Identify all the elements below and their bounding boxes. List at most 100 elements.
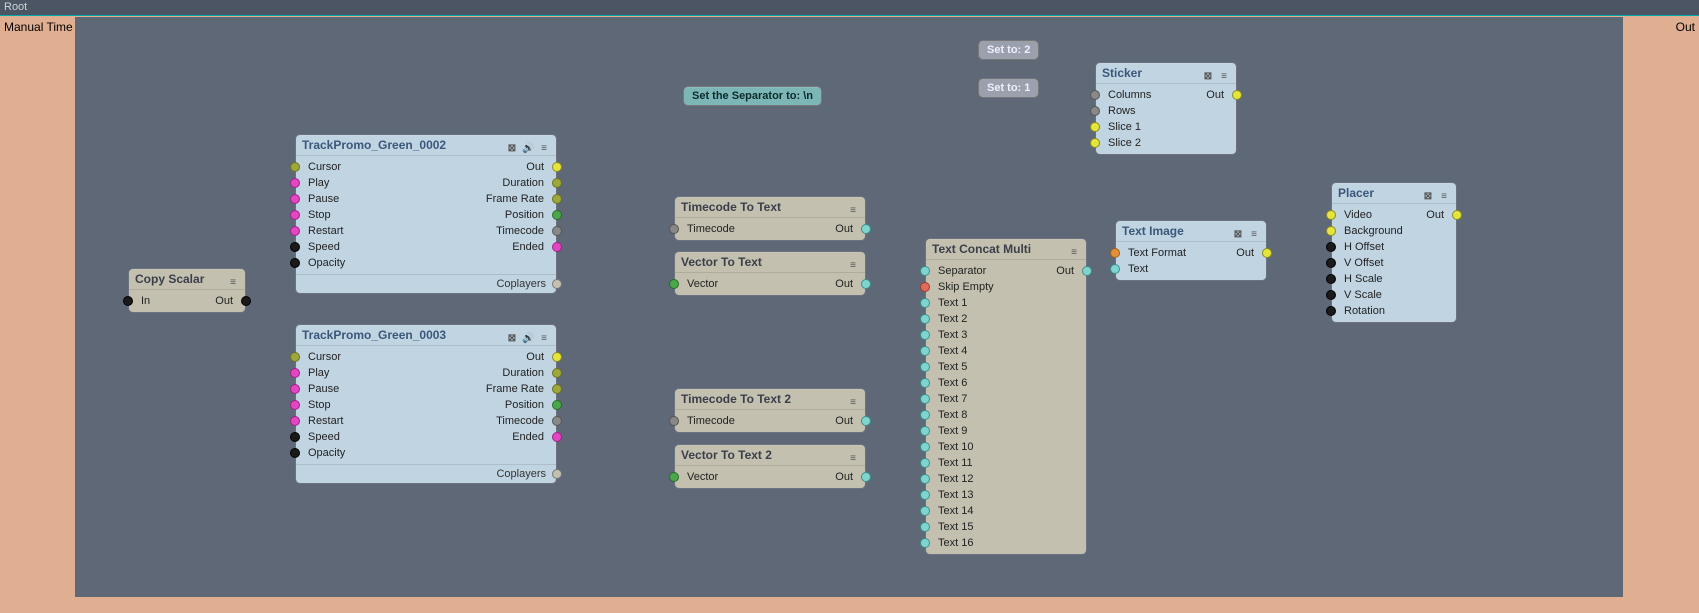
node-sticker[interactable]: Sticker ⊠≡ ColumnsOutRowsSlice 1Slice 2 (1095, 62, 1237, 155)
port-speed[interactable] (290, 242, 300, 252)
menu-icon[interactable]: ≡ (227, 273, 239, 285)
port-text[interactable] (1110, 264, 1120, 274)
menu-icon[interactable]: ≡ (538, 139, 550, 151)
node-text-concat-multi[interactable]: Text Concat Multi≡ SeparatorOutSkip Empt… (925, 238, 1087, 555)
menu-icon[interactable]: ≡ (1438, 187, 1450, 199)
port-in[interactable] (123, 296, 133, 306)
port-play[interactable] (290, 178, 300, 188)
port-in[interactable] (669, 472, 679, 482)
anno-rows[interactable]: Set to: 1 (978, 78, 1039, 98)
port-restart[interactable] (290, 416, 300, 426)
port-opacity[interactable] (290, 258, 300, 268)
port-frame-rate[interactable] (552, 384, 562, 394)
port-in[interactable] (669, 279, 679, 289)
port-pause[interactable] (290, 194, 300, 204)
port-columns[interactable] (1090, 90, 1100, 100)
port-skip-empty[interactable] (920, 282, 930, 292)
node-vector-to-text[interactable]: Vector To Text≡ Vector Out (674, 251, 866, 296)
port-slice-2[interactable] (1090, 138, 1100, 148)
port-duration[interactable] (552, 368, 562, 378)
port-h-offset[interactable] (1326, 242, 1336, 252)
node-timecode-to-text[interactable]: Timecode To Text≡ Timecode Out (674, 196, 866, 241)
anno-separator[interactable]: Set the Separator to: \n (683, 86, 822, 106)
port-text-format[interactable] (1110, 248, 1120, 258)
port-text-8[interactable] (920, 410, 930, 420)
port-in[interactable] (669, 224, 679, 234)
port-h-scale[interactable] (1326, 274, 1336, 284)
port-text-13[interactable] (920, 490, 930, 500)
port-cursor[interactable] (290, 352, 300, 362)
port-text-16[interactable] (920, 538, 930, 548)
port-position[interactable] (552, 210, 562, 220)
menu-icon[interactable]: ≡ (1218, 67, 1230, 79)
node-copy-scalar[interactable]: Copy Scalar ≡ In Out (128, 268, 246, 313)
close-icon[interactable]: ⊠ (506, 139, 518, 151)
menu-icon[interactable]: ≡ (538, 329, 550, 341)
port-rotation[interactable] (1326, 306, 1336, 316)
menu-icon[interactable]: ≡ (1068, 243, 1080, 255)
node-text-image[interactable]: Text Image ⊠≡ Text Format Out Text (1115, 220, 1267, 281)
menu-icon[interactable]: ≡ (847, 201, 859, 213)
port-cursor[interactable] (290, 162, 300, 172)
port-out[interactable] (1262, 248, 1272, 258)
port-text-4[interactable] (920, 346, 930, 356)
node-timecode-to-text-2[interactable]: Timecode To Text 2≡ Timecode Out (674, 388, 866, 433)
port-out[interactable] (1232, 90, 1242, 100)
port-stop[interactable] (290, 400, 300, 410)
port-text-10[interactable] (920, 442, 930, 452)
port-out[interactable] (861, 224, 871, 234)
port-background[interactable] (1326, 226, 1336, 236)
port-v-scale[interactable] (1326, 290, 1336, 300)
port-separator[interactable] (920, 266, 930, 276)
port-out[interactable] (861, 472, 871, 482)
port-opacity[interactable] (290, 448, 300, 458)
port-text-6[interactable] (920, 378, 930, 388)
port-text-1[interactable] (920, 298, 930, 308)
port-text-5[interactable] (920, 362, 930, 372)
menu-icon[interactable]: ≡ (847, 449, 859, 461)
port-speed[interactable] (290, 432, 300, 442)
menu-icon[interactable]: ≡ (1248, 225, 1260, 237)
port-text-9[interactable] (920, 426, 930, 436)
sound-icon[interactable]: 🔊 (522, 329, 534, 341)
port-timecode[interactable] (552, 226, 562, 236)
close-icon[interactable]: ⊠ (1422, 187, 1434, 199)
menu-icon[interactable]: ≡ (847, 256, 859, 268)
anno-columns[interactable]: Set to: 2 (978, 40, 1039, 60)
port-out[interactable] (241, 296, 251, 306)
close-icon[interactable]: ⊠ (1232, 225, 1244, 237)
node-vector-to-text-2[interactable]: Vector To Text 2≡ Vector Out (674, 444, 866, 489)
port-out[interactable] (861, 279, 871, 289)
node-track1[interactable]: TrackPromo_Green_0002 ⊠ 🔊 ≡ CursorOutPla… (295, 134, 557, 294)
port-ended[interactable] (552, 242, 562, 252)
port-out[interactable] (552, 162, 562, 172)
port-text-2[interactable] (920, 314, 930, 324)
port-out[interactable] (1082, 266, 1092, 276)
port-text-3[interactable] (920, 330, 930, 340)
port-play[interactable] (290, 368, 300, 378)
port-in[interactable] (669, 416, 679, 426)
port-stop[interactable] (290, 210, 300, 220)
port-timecode[interactable] (552, 416, 562, 426)
port-coplayers[interactable] (552, 469, 562, 479)
menu-icon[interactable]: ≡ (847, 393, 859, 405)
port-slice-1[interactable] (1090, 122, 1100, 132)
port-pause[interactable] (290, 384, 300, 394)
close-icon[interactable]: ⊠ (1202, 67, 1214, 79)
port-text-12[interactable] (920, 474, 930, 484)
close-icon[interactable]: ⊠ (506, 329, 518, 341)
port-restart[interactable] (290, 226, 300, 236)
port-video[interactable] (1326, 210, 1336, 220)
port-out[interactable] (1452, 210, 1462, 220)
port-out[interactable] (861, 416, 871, 426)
node-placer[interactable]: Placer ⊠≡ VideoOutBackgroundH OffsetV Of… (1331, 182, 1457, 323)
sound-icon[interactable]: 🔊 (522, 139, 534, 151)
port-coplayers[interactable] (552, 279, 562, 289)
port-v-offset[interactable] (1326, 258, 1336, 268)
port-text-11[interactable] (920, 458, 930, 468)
node-track2[interactable]: TrackPromo_Green_0003 ⊠ 🔊 ≡ CursorOutPla… (295, 324, 557, 484)
port-text-14[interactable] (920, 506, 930, 516)
port-frame-rate[interactable] (552, 194, 562, 204)
port-ended[interactable] (552, 432, 562, 442)
port-text-15[interactable] (920, 522, 930, 532)
